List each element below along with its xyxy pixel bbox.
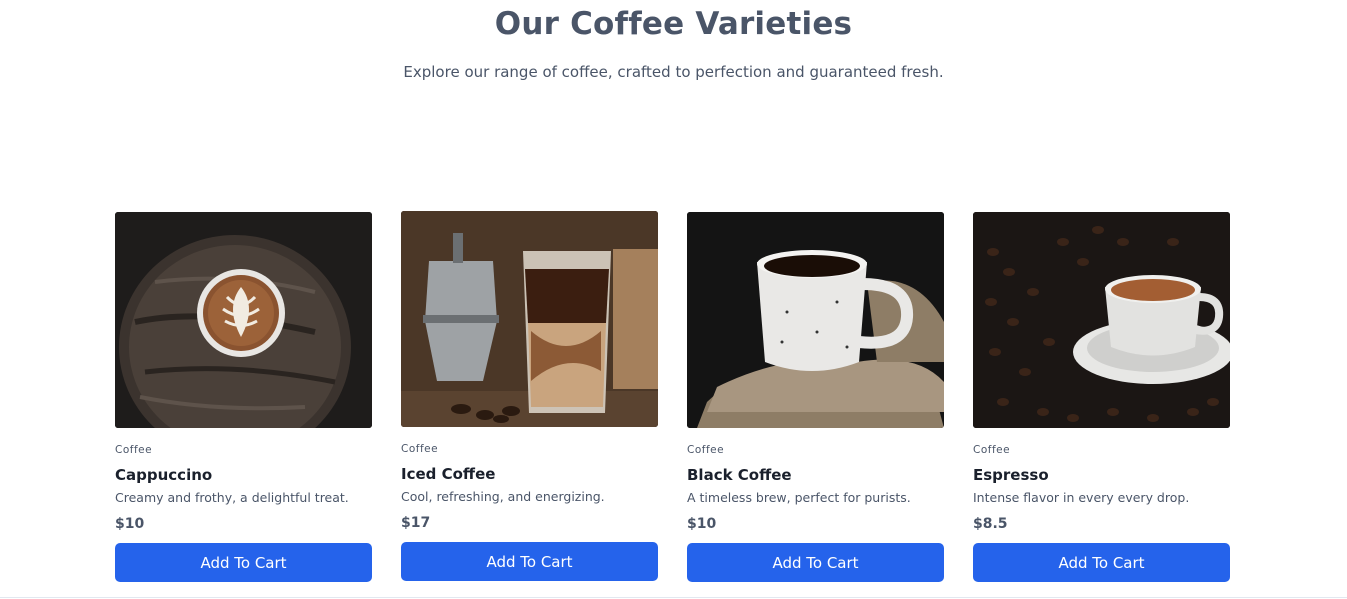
product-category: Coffee: [401, 443, 439, 455]
product-description: A timeless brew, perfect for purists.: [687, 490, 911, 505]
product-name: Black Coffee: [687, 466, 792, 484]
product-name: Cappuccino: [115, 466, 213, 484]
product-name: Espresso: [973, 466, 1049, 484]
add-to-cart-button[interactable]: Add To Cart: [401, 542, 658, 581]
product-image-iced-coffee[interactable]: [401, 211, 658, 427]
product-grid: Coffee Cappuccino Creamy and frothy, a d…: [115, 211, 1230, 584]
product-card-iced-coffee: Coffee Iced Coffee Cool, refreshing, and…: [401, 211, 658, 583]
product-price: $17: [401, 515, 431, 531]
cappuccino-photo: [115, 212, 372, 428]
page-subtitle: Explore our range of coffee, crafted to …: [403, 63, 944, 81]
product-description: Cool, refreshing, and energizing.: [401, 489, 605, 504]
product-image-black-coffee[interactable]: [687, 212, 944, 428]
product-description: Intense flavor in every every drop.: [973, 490, 1190, 505]
product-category: Coffee: [687, 444, 725, 456]
product-description: Creamy and frothy, a delightful treat.: [115, 490, 349, 505]
page: Our Coffee Varieties Explore our range o…: [0, 0, 1347, 599]
product-image-cappuccino[interactable]: [115, 212, 372, 428]
add-to-cart-button[interactable]: Add To Cart: [973, 543, 1230, 582]
product-card-black-coffee: Coffee Black Coffee A timeless brew, per…: [687, 212, 944, 584]
iced-coffee-photo: [401, 211, 658, 427]
product-price: $8.5: [973, 516, 1008, 532]
product-card-espresso: Coffee Espresso Intense flavor in every …: [973, 212, 1230, 584]
product-price: $10: [687, 516, 717, 532]
page-title: Our Coffee Varieties: [494, 6, 853, 42]
add-to-cart-button[interactable]: Add To Cart: [115, 543, 372, 582]
product-price: $10: [115, 516, 145, 532]
product-name: Iced Coffee: [401, 465, 496, 483]
product-category: Coffee: [115, 444, 153, 456]
add-to-cart-button[interactable]: Add To Cart: [687, 543, 944, 582]
black-coffee-photo: [687, 212, 944, 428]
divider: [0, 597, 1347, 598]
product-image-espresso[interactable]: [973, 212, 1230, 428]
product-category: Coffee: [973, 444, 1011, 456]
product-card-cappuccino: Coffee Cappuccino Creamy and frothy, a d…: [115, 212, 372, 584]
espresso-photo: [973, 212, 1230, 428]
